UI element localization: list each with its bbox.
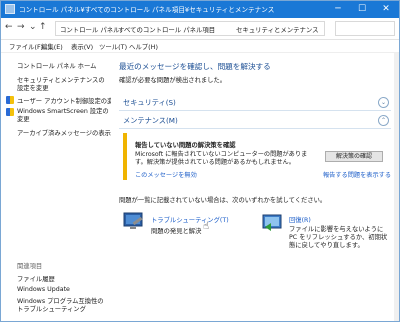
recovery-icon[interactable]: [261, 213, 283, 233]
page-title: 最近のメッセージを確認し、問題を解決する: [119, 62, 271, 71]
chevron-down-icon[interactable]: ⌄: [378, 97, 389, 108]
hint-text: 問題が一覧に記載されていない場合は、次のいずれかを試してください。: [119, 197, 327, 204]
menu-tools[interactable]: ツール(T): [99, 42, 127, 51]
related-title: 関連項目: [17, 263, 43, 270]
sidebar-item-uac[interactable]: ユーザー アカウント制御設定の変更: [17, 96, 120, 105]
menu-help[interactable]: ヘルプ(H): [129, 42, 158, 51]
main-content: 最近のメッセージを確認し、問題を解決する 確認が必要な問題が検出されました。 セ…: [111, 53, 399, 321]
control-panel-window: コントロール パネル¥すべてのコントロール パネル項目¥セキュリティとメンテナン…: [0, 0, 400, 322]
menu-edit[interactable]: 編集(E): [41, 42, 63, 51]
disable-message-link[interactable]: このメッセージを無効: [135, 170, 197, 179]
breadcrumb[interactable]: コントロール パネル すべてのコントロール パネル項目 セキュリティとメンテナン…: [55, 21, 325, 36]
menu-bar: ファイル(F) 編集(E) 表示(V) ツール(T) ヘルプ(H): [1, 40, 399, 53]
check-solutions-button[interactable]: 解決策の確認: [325, 151, 383, 162]
sidebar-home[interactable]: コントロール パネル ホーム: [17, 61, 96, 70]
sidebar-item-settings[interactable]: セキュリティとメンテナンスの設定を変更: [17, 77, 107, 93]
hand-cursor-icon: ☝: [203, 221, 210, 232]
message-title: 報告していない問題の解決策を確認: [135, 142, 236, 149]
view-reports-link[interactable]: 報告する問題を表示する: [323, 170, 391, 179]
folder-icon: [5, 4, 15, 14]
security-section[interactable]: セキュリティ(S) ⌄: [119, 95, 391, 111]
maintenance-label: メンテナンス(M): [123, 116, 178, 125]
address-bar: ← → ⌄ ↑ コントロール パネル すべてのコントロール パネル項目 セキュリ…: [1, 18, 399, 40]
menu-file[interactable]: ファイル(F): [9, 42, 43, 51]
chevron-up-icon[interactable]: ⌃: [378, 115, 389, 126]
shield-icon: [6, 108, 14, 116]
up-icon[interactable]: ↑: [39, 22, 47, 32]
recovery-link[interactable]: 回復(R): [289, 215, 311, 224]
shield-icon: [6, 96, 14, 104]
chevron-down-icon[interactable]: ⌄: [29, 22, 37, 32]
page-subtitle: 確認が必要な問題が検出されました。: [119, 77, 227, 84]
sidebar-item-archive[interactable]: アーカイブ済みメッセージの表示: [17, 128, 111, 137]
forward-icon[interactable]: →: [17, 22, 25, 32]
related-windows-update[interactable]: Windows Update: [17, 286, 70, 293]
related-file-history[interactable]: ファイル履歴: [17, 274, 55, 283]
breadcrumb-item[interactable]: セキュリティとメンテナンス: [236, 25, 319, 34]
maximize-button[interactable]: ☐: [351, 1, 373, 18]
menu-view[interactable]: 表示(V): [71, 42, 93, 51]
sidebar-item-smartscreen[interactable]: Windows SmartScreen 設定の変更: [17, 108, 109, 124]
sidebar: コントロール パネル ホーム セキュリティとメンテナンスの設定を変更 ユーザー …: [1, 53, 120, 321]
scrollbar[interactable]: [394, 53, 399, 321]
breadcrumb-item[interactable]: コントロール パネル: [60, 25, 120, 34]
back-icon[interactable]: ←: [5, 22, 13, 32]
message-body: Microsoft に報告されていないコンピューターの問題があります。解決策が提…: [135, 151, 308, 166]
troubleshoot-link[interactable]: トラブルシューティング(T): [151, 215, 229, 224]
troubleshoot-icon[interactable]: [123, 211, 145, 231]
troubleshoot-desc: 問題の発見と解決: [151, 228, 202, 235]
title-bar: コントロール パネル¥すべてのコントロール パネル項目¥セキュリティとメンテナン…: [1, 1, 399, 18]
message-card: 報告していない問題の解決策を確認 Microsoft に報告されていないコンピュ…: [123, 133, 391, 180]
related-compat-troubleshooter[interactable]: Windows プログラム互換性のトラブルシューティング: [17, 298, 109, 314]
recovery-desc: ファイルに影響を与えないように PC をリフレッシュするか、初期状態に戻してやり…: [289, 226, 388, 249]
maintenance-section[interactable]: メンテナンス(M) ⌃: [119, 113, 391, 129]
close-button[interactable]: ✕: [375, 1, 397, 18]
window-title: コントロール パネル¥すべてのコントロール パネル項目¥セキュリティとメンテナン…: [19, 6, 275, 14]
security-label: セキュリティ(S): [123, 98, 176, 107]
search-input[interactable]: [335, 21, 395, 36]
breadcrumb-item[interactable]: すべてのコントロール パネル項目: [118, 25, 215, 34]
minimize-button[interactable]: ─: [327, 1, 349, 18]
